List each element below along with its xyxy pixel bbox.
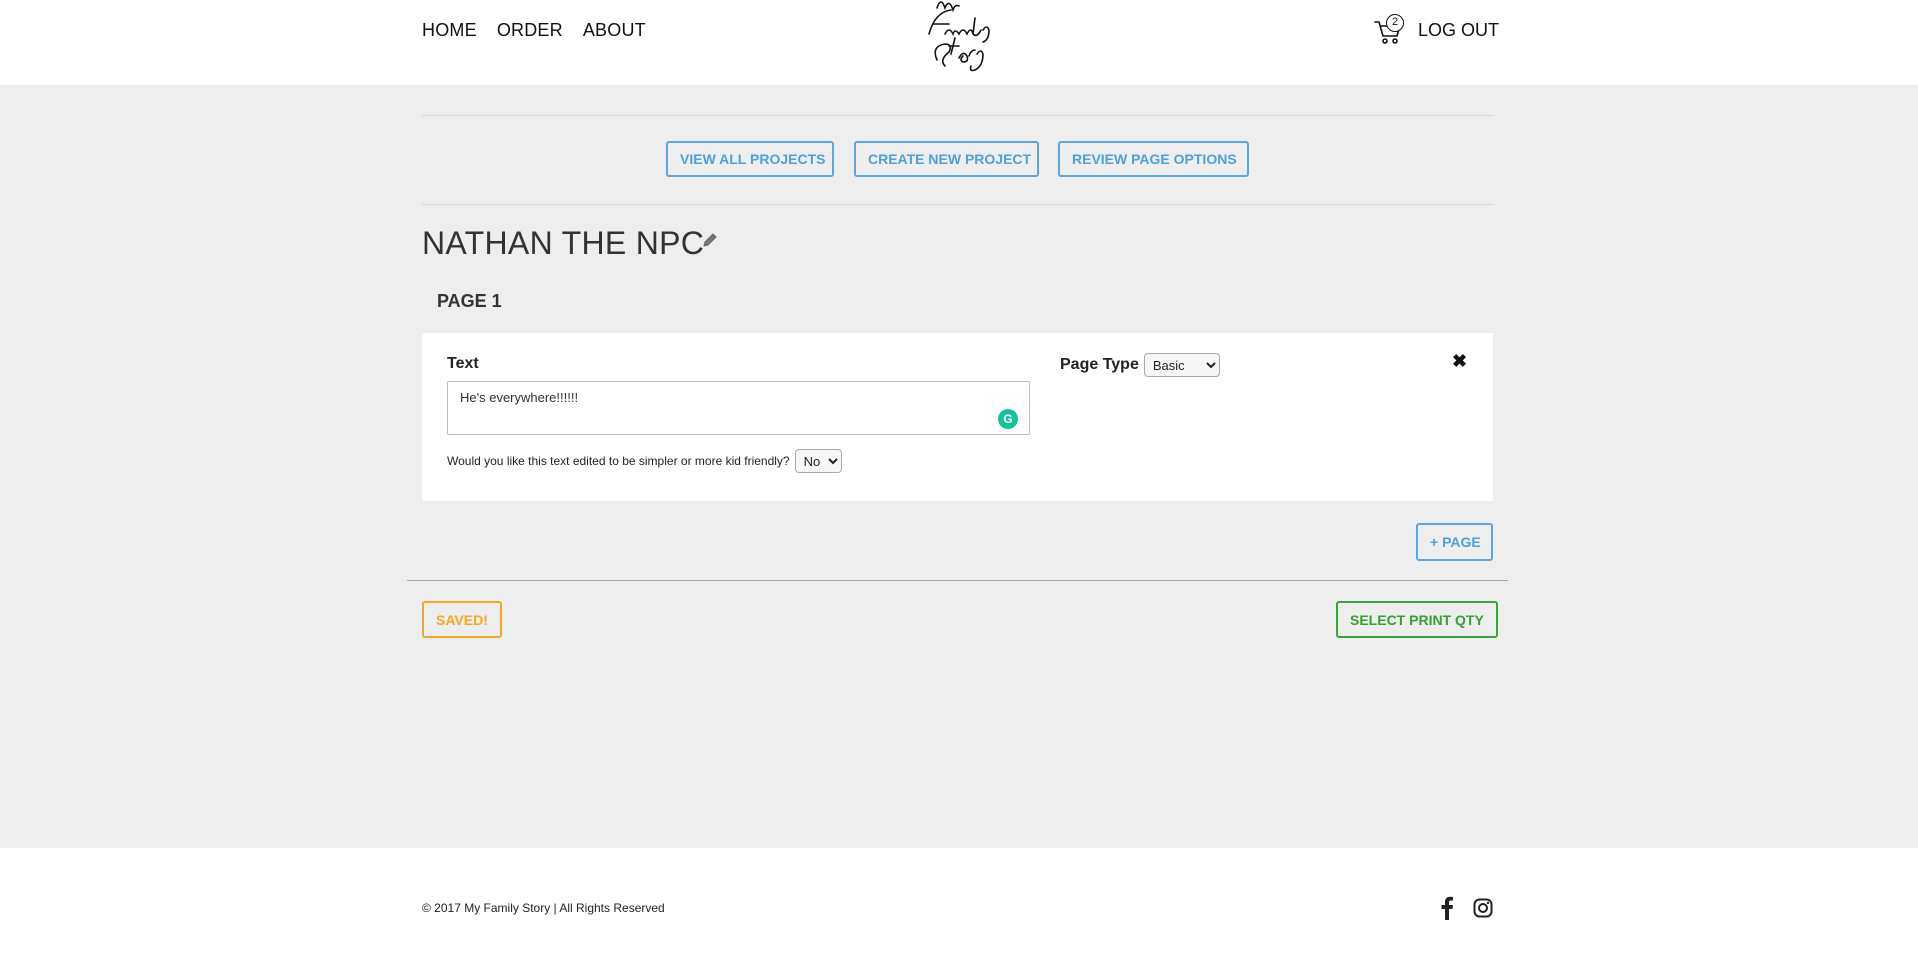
page-label: PAGE 1 <box>437 291 502 311</box>
create-new-project-button[interactable]: CREATE NEW PROJECT <box>854 141 1039 177</box>
page-text-input[interactable]: He's everywhere!!!!!! <box>447 381 1030 435</box>
main-content: VIEW ALL PROJECTS CREATE NEW PROJECT REV… <box>0 85 1918 848</box>
site-header: HOME ORDER ABOUT 2 LOG OUT <box>0 0 1918 85</box>
add-page-button[interactable]: + PAGE <box>1416 523 1493 561</box>
nav-about-link[interactable]: ABOUT <box>583 20 646 41</box>
site-footer: © 2017 My Family Story | All Rights Rese… <box>0 848 1918 959</box>
review-page-options-button[interactable]: REVIEW PAGE OPTIONS <box>1058 141 1249 177</box>
top-divider <box>422 115 1493 116</box>
page-editor-card: Text He's everywhere!!!!!! G Would you l… <box>422 333 1493 501</box>
main-nav: HOME ORDER ABOUT <box>422 20 646 41</box>
text-field-label: Text <box>447 355 479 372</box>
section-divider <box>407 580 1508 581</box>
copyright-text: © 2017 My Family Story | All Rights Rese… <box>422 901 665 915</box>
simplify-option: Would you like this text edited to be si… <box>447 449 842 473</box>
facebook-icon[interactable] <box>1438 896 1456 920</box>
simplify-select[interactable]: No <box>794 449 842 473</box>
page-type-label: Page Type <box>1060 356 1139 373</box>
grammarly-icon[interactable]: G <box>998 409 1018 429</box>
actions-divider <box>422 204 1493 205</box>
saved-button[interactable]: SAVED! <box>422 601 502 638</box>
simplify-question-label: Would you like this text edited to be si… <box>447 454 790 468</box>
nav-home-link[interactable]: HOME <box>422 20 477 41</box>
page-type-select[interactable]: Basic <box>1143 353 1220 377</box>
logout-link[interactable]: LOG OUT <box>1418 20 1499 41</box>
select-print-qty-button[interactable]: SELECT PRINT QTY <box>1336 601 1498 638</box>
close-icon[interactable]: ✖ <box>1452 351 1467 372</box>
instagram-icon[interactable] <box>1473 898 1493 918</box>
pencil-icon[interactable] <box>702 232 718 248</box>
page-type-field: Page Type Basic <box>1060 353 1220 377</box>
my-family-story-logo[interactable] <box>915 0 1007 78</box>
view-all-projects-button[interactable]: VIEW ALL PROJECTS <box>666 141 834 177</box>
cart-count-badge: 2 <box>1386 14 1404 32</box>
nav-order-link[interactable]: ORDER <box>497 20 563 41</box>
project-title: NATHAN THE NPC <box>422 225 705 261</box>
